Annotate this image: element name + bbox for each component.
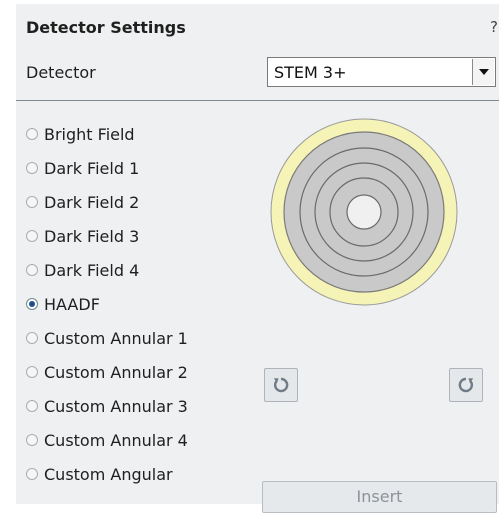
radio-button[interactable] <box>26 400 38 412</box>
radio-dark-field-4[interactable]: Dark Field 4 <box>26 258 256 282</box>
chevron-down-icon <box>479 69 489 75</box>
rotate-cw-icon <box>458 377 474 393</box>
radio-button[interactable] <box>26 230 38 242</box>
radio-label: HAADF <box>44 294 100 314</box>
divider <box>16 100 499 101</box>
radio-label: Custom Annular 3 <box>44 396 188 416</box>
radio-dark-field-2[interactable]: Dark Field 2 <box>26 190 256 214</box>
radio-custom-annular-1[interactable]: Custom Annular 1 <box>26 326 256 350</box>
rotate-left-button[interactable] <box>264 368 298 402</box>
radio-label: Dark Field 3 <box>44 226 140 246</box>
radio-label: Custom Angular <box>44 464 173 484</box>
radio-button[interactable] <box>26 196 38 208</box>
detector-select-value: STEM 3+ <box>274 63 347 82</box>
radio-button[interactable] <box>26 332 38 344</box>
radio-label: Dark Field 1 <box>44 158 140 178</box>
center-segment <box>346 194 382 230</box>
detector-settings-panel: Detector Settings ? Detector STEM 3+ Bri… <box>16 4 499 513</box>
radio-button[interactable] <box>26 434 38 446</box>
rotate-right-button[interactable] <box>449 368 483 402</box>
radio-custom-angular[interactable]: Custom Angular <box>26 462 256 486</box>
radio-label: Dark Field 2 <box>44 192 140 212</box>
radio-dark-field-3[interactable]: Dark Field 3 <box>26 224 256 248</box>
radio-label: Bright Field <box>44 124 135 144</box>
insert-button[interactable]: Insert <box>262 481 497 513</box>
panel-title: Detector Settings <box>26 18 186 37</box>
dropdown-arrow-button[interactable] <box>472 59 494 85</box>
rotate-ccw-icon <box>273 377 289 393</box>
radio-custom-annular-2[interactable]: Custom Annular 2 <box>26 360 256 384</box>
detector-label: Detector <box>26 63 96 82</box>
radio-custom-annular-3[interactable]: Custom Annular 3 <box>26 394 256 418</box>
radio-bright-field[interactable]: Bright Field <box>26 122 256 146</box>
radio-dark-field-1[interactable]: Dark Field 1 <box>26 156 256 180</box>
radio-label: Dark Field 4 <box>44 260 140 280</box>
radio-label: Custom Annular 4 <box>44 430 188 450</box>
radio-label: Custom Annular 2 <box>44 362 188 382</box>
detector-select[interactable]: STEM 3+ <box>267 57 496 87</box>
radio-button[interactable] <box>26 128 38 140</box>
radio-button[interactable] <box>26 264 38 276</box>
radio-custom-annular-4[interactable]: Custom Annular 4 <box>26 428 256 452</box>
detector-segments-diagram <box>270 118 458 306</box>
radio-button[interactable] <box>26 468 38 480</box>
radio-button-selected[interactable] <box>26 298 38 310</box>
radio-haadf[interactable]: HAADF <box>26 292 256 316</box>
radio-button[interactable] <box>26 162 38 174</box>
radio-button[interactable] <box>26 366 38 378</box>
help-icon[interactable]: ? <box>490 18 498 36</box>
radio-label: Custom Annular 1 <box>44 328 188 348</box>
